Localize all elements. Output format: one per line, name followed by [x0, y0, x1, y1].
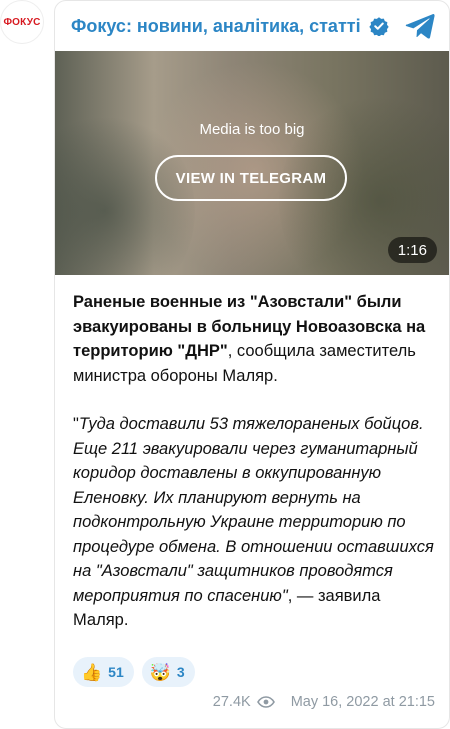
avatar-logo-text: ФОКУС [3, 16, 41, 28]
telegram-icon[interactable] [405, 12, 435, 40]
post-paragraph-2: "Туда доставили 53 тяжелораненых бойцов.… [73, 412, 438, 633]
verified-check-icon [368, 17, 389, 36]
reaction-exploding-head[interactable]: 🤯 3 [141, 657, 195, 687]
reaction-count: 51 [108, 664, 124, 680]
media-too-big-message: Media is too big [199, 121, 305, 138]
reactions-bar: 👍 51 🤯 3 [73, 657, 195, 687]
post-header: Фокус: новини, аналітика, статті [55, 1, 449, 51]
views-count: 27.4K [212, 694, 251, 710]
exploding-head-icon: 🤯 [149, 662, 171, 682]
channel-title[interactable]: Фокус: новини, аналітика, статті [71, 16, 361, 37]
post-datetime[interactable]: May 16, 2022 at 21:15 [291, 694, 435, 710]
reaction-thumbs-up[interactable]: 👍 51 [73, 657, 134, 687]
post-text: Раненые военные из "Азовстали" были эвак… [73, 290, 438, 633]
post-footer: 27.4K May 16, 2022 at 21:15 [213, 694, 435, 710]
post-paragraph-1: Раненые военные из "Азовстали" были эвак… [73, 290, 438, 388]
eye-icon [256, 696, 275, 708]
view-in-telegram-button[interactable]: VIEW IN TELEGRAM [155, 155, 347, 201]
telegram-post-card: Фокус: новини, аналітика, статті Media i… [54, 0, 450, 729]
video-media[interactable]: Media is too big VIEW IN TELEGRAM 1:16 [55, 51, 449, 275]
post-italic-quote: Туда доставили 53 тяжелораненых бойцов. … [73, 415, 434, 605]
channel-avatar[interactable]: ФОКУС [0, 0, 44, 44]
video-duration-badge: 1:16 [387, 237, 437, 263]
thumbs-up-icon: 👍 [81, 662, 103, 682]
reaction-count: 3 [176, 664, 185, 680]
